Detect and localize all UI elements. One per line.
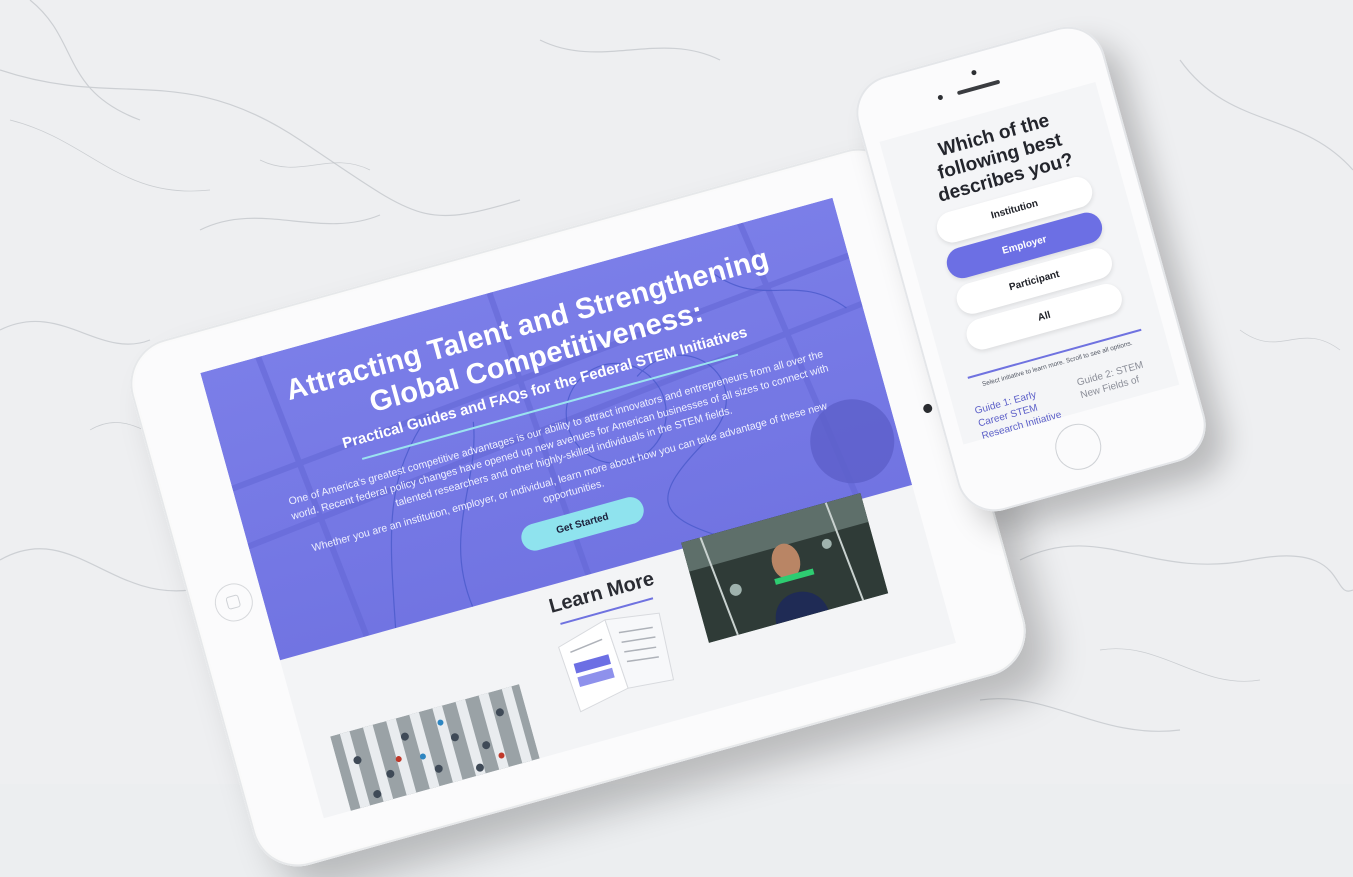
guide-link-1[interactable]: Guide 1: Early Career STEM Research Init… (973, 382, 1066, 443)
guide-link-2[interactable]: Guide 2: STEM New Fields of (1075, 356, 1159, 402)
phone-sensor (937, 94, 944, 101)
phone-front-camera (970, 69, 978, 76)
tablet-home-button[interactable] (210, 579, 258, 626)
phone-speaker (956, 79, 1001, 96)
crowd-photo-thumbnail[interactable] (330, 684, 541, 816)
phone-home-button[interactable] (1049, 418, 1107, 476)
crowd-photo-image (330, 684, 541, 816)
tablet-camera (922, 402, 934, 414)
